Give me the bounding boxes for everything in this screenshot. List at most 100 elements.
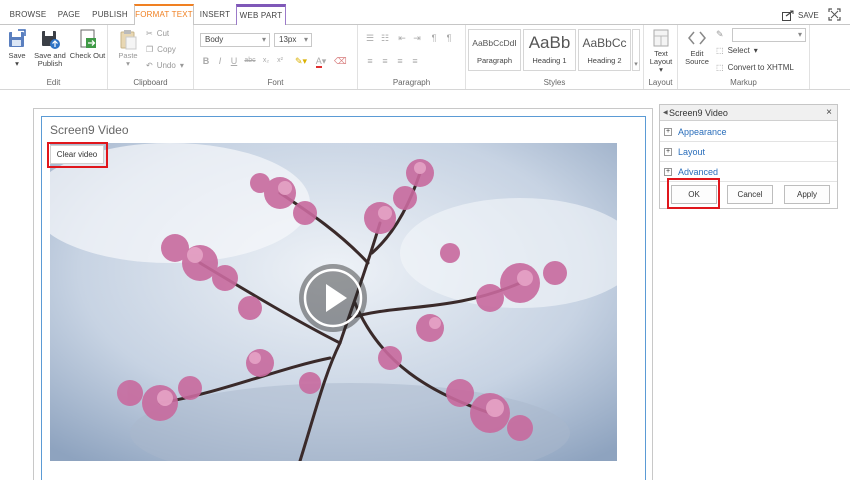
save-and-publish-button[interactable]: Save and Publish [33,28,67,68]
edit-source-button[interactable]: Edit Source [682,28,712,66]
select-label: Select [727,46,750,55]
select-button[interactable]: ⬚ Select ▾ [716,46,758,55]
expand-icon: + [664,128,672,136]
check-out-icon [80,29,96,48]
style-paragraph-name: Paragraph [476,56,513,65]
save-publish-label-2: Publish [37,59,63,68]
ribbon-group-paragraph: ☰ ☷ ⇤ ⇥ ¶ ¶ ≡ ≡ ≡ ≡ Paragraph [358,25,466,89]
tab-web-part[interactable]: WEB PART [236,4,286,26]
ok-button[interactable]: OK [671,185,717,204]
expand-icon: + [664,168,672,176]
superscript-icon[interactable]: x² [274,55,286,67]
focus-on-content-icon[interactable] [828,8,841,21]
save-publish-icon [42,31,60,49]
text-layout-button[interactable]: Text Layout ▾ [647,28,675,74]
edit-source-icon [688,31,706,45]
clear-format-icon[interactable]: ⌫ [334,55,347,67]
style-heading-1-preview: AaBb [528,33,571,52]
convert-xhtml-label: Convert to XHTML [727,63,794,72]
text-layout-icon [653,29,669,47]
section-advanced[interactable]: + Advanced [660,162,837,182]
italic-icon[interactable]: I [214,55,226,67]
ribbon-group-clipboard: Paste ▾ ✂ Cut ❐ Copy ↶ Undo ▾ Clipboard [108,25,194,89]
tab-browse[interactable]: BROWSE [6,4,50,25]
copy-label: Copy [157,45,176,54]
cancel-button[interactable]: Cancel [727,185,773,204]
ribbon-group-styles: AaBbCcDdI Paragraph AaBb Heading 1 AaBbC… [466,25,644,89]
tab-publish[interactable]: PUBLISH [88,4,132,25]
tool-pane-header: ◀ Screen9 Video × [660,105,837,121]
edit-group-label: Edit [46,78,61,87]
undo-button[interactable]: ↶ Undo ▾ [146,61,184,70]
align-right-icon[interactable]: ≡ [394,55,406,67]
font-color-icon[interactable]: A▾ [312,55,330,68]
clipboard-group-label: Clipboard [133,78,168,87]
font-size-select[interactable]: 13px [274,33,312,47]
collapse-arrow-icon[interactable]: ◀ [663,105,668,121]
style-heading-2-name: Heading 2 [587,56,622,65]
numbered-list-icon[interactable]: ☷ [379,32,391,44]
tab-page[interactable]: PAGE [53,4,85,25]
styles-more-icon[interactable]: ▾ [632,29,640,71]
save-icon [9,29,26,47]
cut-button[interactable]: ✂ Cut [146,29,169,38]
align-left-icon[interactable]: ≡ [364,55,376,67]
ribbon-tab-strip: BROWSE PAGE PUBLISH FORMAT TEXT INSERT W… [0,0,850,26]
copy-button[interactable]: ❐ Copy [146,45,176,54]
bold-icon[interactable]: B [200,55,212,67]
web-part-title: Screen9 Video [50,123,129,137]
align-center-icon[interactable]: ≡ [379,55,391,67]
tool-pane-title: Screen9 Video [669,108,728,118]
undo-icon: ↶ [146,61,153,70]
style-paragraph[interactable]: AaBbCcDdI Paragraph [468,29,521,71]
section-appearance-label: Appearance [678,127,727,137]
close-icon[interactable]: × [826,105,832,121]
copy-icon: ❐ [146,45,154,54]
apply-button[interactable]: Apply [784,185,830,204]
underline-icon[interactable]: U [228,55,240,67]
increase-indent-icon[interactable]: ⇥ [411,32,423,44]
ribbon-group-edit: Save ▾ Save and Publish Check Out Edit [0,25,108,89]
paste-dropdown-icon: ▾ [126,59,130,68]
tab-insert[interactable]: INSERT [196,4,234,25]
font-family-select[interactable]: Body [200,33,270,47]
cut-icon: ✂ [146,29,153,38]
section-layout-label: Layout [678,147,706,157]
save-dropdown-icon: ▾ [15,59,19,68]
clear-video-button[interactable]: Clear video [50,145,104,164]
section-appearance[interactable]: + Appearance [660,122,837,142]
undo-label: Undo [156,61,176,70]
play-icon[interactable] [297,262,369,334]
style-heading-2-preview: AaBbCc [582,36,627,50]
ribbon-group-markup: Edit Source ✎ ⬚ Select ▾ ⬚ Convert to XH… [678,25,810,89]
markup-styles-select[interactable] [732,28,806,42]
cut-label: Cut [156,29,170,38]
tab-format-text[interactable]: FORMAT TEXT [134,4,194,26]
convert-xhtml-icon: ⬚ [716,63,724,72]
ribbon-group-font: Body 13px B I U abc x₂ x² ✎▾ A▾ ⌫ Font [194,25,358,89]
select-icon: ⬚ [716,46,724,55]
ltr-icon[interactable]: ¶ [428,32,440,44]
convert-xhtml-button[interactable]: ⬚ Convert to XHTML [716,63,794,72]
style-heading-2[interactable]: AaBbCc Heading 2 [578,29,631,71]
tool-pane: ◀ Screen9 Video × + Appearance + Layout … [659,104,838,209]
rtl-icon[interactable]: ¶ [443,32,455,44]
decrease-indent-icon[interactable]: ⇤ [396,32,408,44]
bullet-list-icon[interactable]: ☰ [364,32,376,44]
layout-group-label: Layout [648,78,673,87]
strikethrough-icon[interactable]: abc [242,55,258,67]
save-icon [782,10,794,21]
justify-icon[interactable]: ≡ [409,55,421,67]
video-player[interactable] [50,143,617,461]
subscript-icon[interactable]: x₂ [260,55,272,67]
check-out-button[interactable]: Check Out [69,28,106,60]
highlight-color-icon[interactable]: ✎▾ [292,55,310,67]
ribbon: Save ▾ Save and Publish Check Out Edit P… [0,25,850,90]
style-heading-1[interactable]: AaBb Heading 1 [523,29,576,71]
header-save-button[interactable]: SAVE [782,8,819,22]
markup-styles-icon: ✎ [716,29,724,39]
section-layout[interactable]: + Layout [660,142,837,162]
save-ribbon-button[interactable]: Save ▾ [3,28,31,68]
paste-button[interactable]: Paste ▾ [116,28,140,68]
select-dropdown-icon: ▾ [753,46,758,55]
